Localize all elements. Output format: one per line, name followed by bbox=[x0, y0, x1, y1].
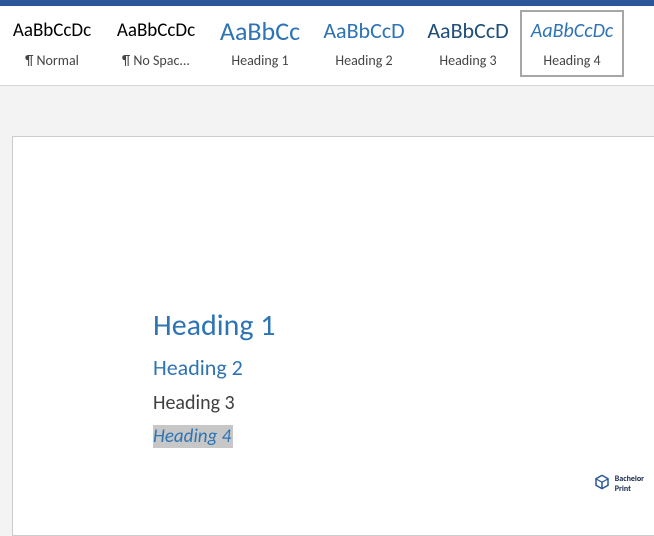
style-tile-heading-4[interactable]: AaBbCcDc Heading 4 bbox=[520, 10, 624, 77]
style-tile-heading-1[interactable]: AaBbCc Heading 1 bbox=[208, 10, 312, 77]
style-label: ¶ No Spac... bbox=[109, 52, 203, 69]
doc-heading-4-selected[interactable]: Heading 4 bbox=[153, 425, 233, 448]
styles-ribbon: AaBbCcDc ¶ Normal AaBbCcDc ¶ No Spac... … bbox=[0, 6, 654, 86]
style-preview: AaBbCcD bbox=[317, 16, 411, 46]
ribbon-gap bbox=[0, 86, 654, 136]
style-tile-heading-3[interactable]: AaBbCcD Heading 3 bbox=[416, 10, 520, 77]
style-tile-normal[interactable]: AaBbCcDc ¶ Normal bbox=[0, 10, 104, 77]
style-preview: AaBbCcD bbox=[421, 16, 515, 46]
watermark: Bachelor Print bbox=[593, 473, 644, 494]
doc-heading-3[interactable]: Heading 3 bbox=[153, 391, 654, 415]
style-preview: AaBbCcDc bbox=[525, 16, 619, 46]
doc-heading-2[interactable]: Heading 2 bbox=[153, 354, 654, 381]
watermark-line1: Bachelor bbox=[615, 474, 644, 484]
document-page[interactable]: Heading 1 Heading 2 Heading 3 Heading 4 bbox=[12, 136, 654, 536]
style-label: Heading 4 bbox=[525, 52, 619, 69]
style-tile-no-spacing[interactable]: AaBbCcDc ¶ No Spac... bbox=[104, 10, 208, 77]
doc-heading-1[interactable]: Heading 1 bbox=[153, 307, 654, 344]
style-label: Heading 1 bbox=[213, 52, 307, 69]
style-label: Heading 2 bbox=[317, 52, 411, 69]
style-preview: AaBbCcDc bbox=[109, 16, 203, 46]
cube-icon bbox=[593, 473, 611, 494]
style-label: Heading 3 bbox=[421, 52, 515, 69]
style-preview: AaBbCcDc bbox=[5, 16, 99, 46]
style-preview: AaBbCc bbox=[213, 16, 307, 46]
watermark-line2: Print bbox=[615, 484, 644, 494]
style-tile-heading-2[interactable]: AaBbCcD Heading 2 bbox=[312, 10, 416, 77]
style-label: ¶ Normal bbox=[5, 52, 99, 69]
